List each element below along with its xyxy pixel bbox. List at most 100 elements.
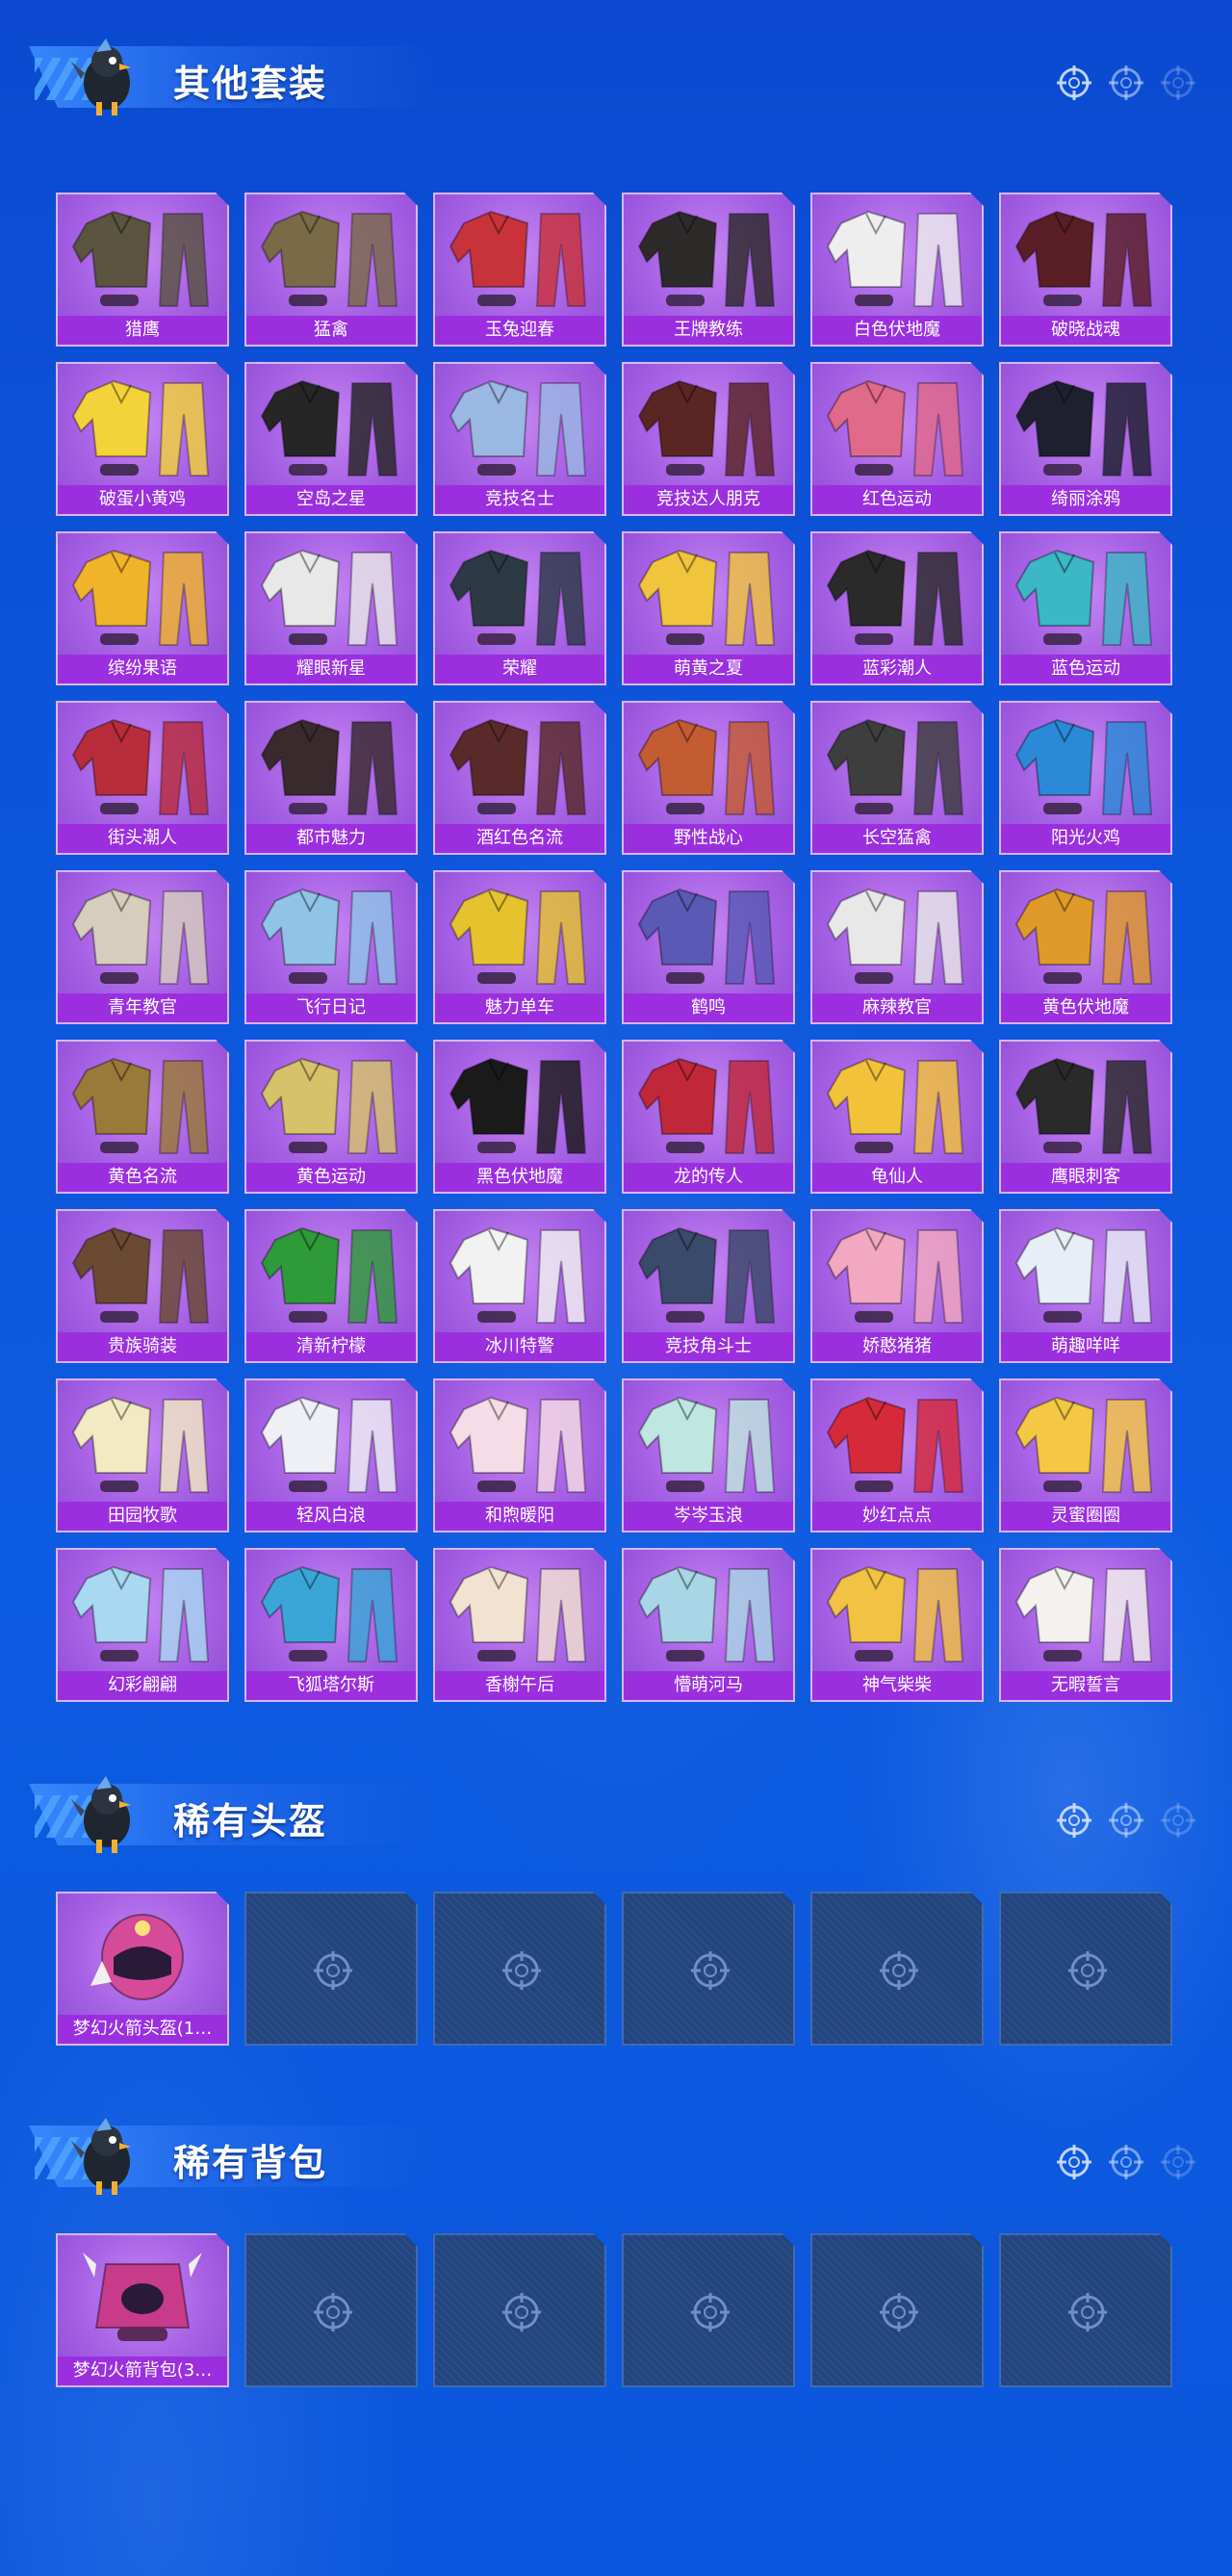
item-name: 飞行日记	[246, 993, 416, 1022]
item-name: 鹤鸣	[624, 993, 793, 1022]
item-card[interactable]: 贵族骑装	[56, 1209, 229, 1363]
outfit-image	[812, 194, 982, 318]
outfit-image	[246, 364, 416, 487]
item-card[interactable]: 萌黄之夏	[622, 531, 795, 685]
item-card[interactable]: 龟仙人	[810, 1040, 984, 1194]
item-card[interactable]: 青年教官	[56, 870, 229, 1024]
item-card[interactable]: 玉兔迎春	[433, 193, 606, 347]
crosshair-icon	[1161, 2145, 1195, 2179]
item-card[interactable]: 猛禽	[244, 193, 418, 347]
item-card[interactable]: 竞技达人朋克	[622, 362, 795, 516]
item-name: 耀眼新星	[246, 655, 416, 683]
outfit-image	[812, 872, 982, 995]
outfit-image	[1001, 364, 1170, 487]
item-card[interactable]: 酒红色名流	[433, 701, 606, 855]
outfit-image	[624, 1211, 793, 1334]
item-card[interactable]: 街头潮人	[56, 701, 229, 855]
backpack-grid: 梦幻火箭背包(3…	[56, 2233, 1172, 2387]
item-card[interactable]: 王牌教练	[622, 193, 795, 347]
item-card[interactable]: 都市魅力	[244, 701, 418, 855]
outfit-image	[624, 1550, 793, 1673]
outfit-image	[58, 1211, 227, 1334]
item-card[interactable]: 鹤鸣	[622, 870, 795, 1024]
item-card[interactable]: 蓝彩潮人	[810, 531, 984, 685]
item-name: 竞技角斗士	[624, 1332, 793, 1361]
section-title: 其他套装	[173, 63, 328, 105]
item-card[interactable]: 猎鹰	[56, 193, 229, 347]
item-card[interactable]: 灵蜜圈圈	[999, 1378, 1172, 1533]
item-card[interactable]: 黄色名流	[56, 1040, 229, 1194]
empty-slot	[622, 1892, 795, 2046]
item-card[interactable]: 梦幻火箭头盔(1…	[56, 1892, 229, 2046]
item-card[interactable]: 蓝色运动	[999, 531, 1172, 685]
crosshair-decoration	[1055, 64, 1197, 102]
crosshair-icon	[1161, 65, 1195, 100]
item-name: 竞技达人朋克	[624, 485, 793, 514]
item-card[interactable]: 懵萌河马	[622, 1548, 795, 1702]
item-card[interactable]: 阳光火鸡	[999, 701, 1172, 855]
item-card[interactable]: 和煦暖阳	[433, 1378, 606, 1533]
outfit-image	[435, 194, 604, 318]
outfit-image	[812, 533, 982, 657]
item-card[interactable]: 清新柠檬	[244, 1209, 418, 1363]
item-card[interactable]: 绮丽涂鸦	[999, 362, 1172, 516]
empty-slot	[433, 2233, 606, 2387]
item-card[interactable]: 麻辣教官	[810, 870, 984, 1024]
item-card[interactable]: 破蛋小黄鸡	[56, 362, 229, 516]
item-card[interactable]: 香榭午后	[433, 1548, 606, 1702]
empty-slot-crosshair-icon	[310, 2289, 356, 2335]
item-card[interactable]: 空岛之星	[244, 362, 418, 516]
item-name: 飞狐塔尔斯	[246, 1671, 416, 1700]
item-card[interactable]: 轻风白浪	[244, 1378, 418, 1533]
crosshair-icon	[1109, 65, 1143, 100]
outfit-image	[812, 703, 982, 826]
item-card[interactable]: 破晓战魂	[999, 193, 1172, 347]
item-name: 破晓战魂	[1001, 316, 1170, 345]
item-name: 清新柠檬	[246, 1332, 416, 1361]
item-card[interactable]: 龙的传人	[622, 1040, 795, 1194]
empty-slot-crosshair-icon	[1065, 2289, 1111, 2335]
item-card[interactable]: 冰川特警	[433, 1209, 606, 1363]
item-card[interactable]: 红色运动	[810, 362, 984, 516]
item-name: 破蛋小黄鸡	[58, 485, 227, 514]
item-card[interactable]: 黑色伏地魔	[433, 1040, 606, 1194]
item-card[interactable]: 娇憨猪猪	[810, 1209, 984, 1363]
item-card[interactable]: 长空猛禽	[810, 701, 984, 855]
item-card[interactable]: 野性战心	[622, 701, 795, 855]
empty-slot	[999, 1892, 1172, 2046]
item-name: 猎鹰	[58, 316, 227, 345]
crosshair-decoration	[1055, 1801, 1197, 1840]
item-card[interactable]: 鹰眼刺客	[999, 1040, 1172, 1194]
item-name: 梦幻火箭背包(3…	[58, 2357, 227, 2385]
item-card[interactable]: 梦幻火箭背包(3…	[56, 2233, 229, 2387]
outfit-image	[1001, 1042, 1170, 1165]
item-name: 娇憨猪猪	[812, 1332, 982, 1361]
outfit-image	[58, 1550, 227, 1673]
item-card[interactable]: 黄色运动	[244, 1040, 418, 1194]
item-card[interactable]: 黄色伏地魔	[999, 870, 1172, 1024]
item-card[interactable]: 萌趣咩咩	[999, 1209, 1172, 1363]
section-title: 稀有头盔	[173, 1800, 328, 1842]
item-card[interactable]: 荣耀	[433, 531, 606, 685]
section-rare-helmets: 稀有头盔 梦幻火箭头盔(1…	[0, 1766, 1232, 1863]
item-card[interactable]: 缤纷果语	[56, 531, 229, 685]
item-card[interactable]: 幻彩翩翩	[56, 1548, 229, 1702]
item-card[interactable]: 竞技名士	[433, 362, 606, 516]
item-card[interactable]: 魅力单车	[433, 870, 606, 1024]
item-name: 玉兔迎春	[435, 316, 604, 345]
section-title: 稀有背包	[173, 2142, 328, 2184]
item-card[interactable]: 白色伏地魔	[810, 193, 984, 347]
item-card[interactable]: 竞技角斗士	[622, 1209, 795, 1363]
item-name: 和煦暖阳	[435, 1502, 604, 1531]
item-card[interactable]: 岑岑玉浪	[622, 1378, 795, 1533]
item-name: 荣耀	[435, 655, 604, 683]
item-card[interactable]: 耀眼新星	[244, 531, 418, 685]
item-card[interactable]: 飞狐塔尔斯	[244, 1548, 418, 1702]
item-card[interactable]: 神气柴柴	[810, 1548, 984, 1702]
item-card[interactable]: 无暇誓言	[999, 1548, 1172, 1702]
item-name: 红色运动	[812, 485, 982, 514]
outfit-image	[58, 703, 227, 826]
item-card[interactable]: 妙红点点	[810, 1378, 984, 1533]
item-card[interactable]: 田园牧歌	[56, 1378, 229, 1533]
item-card[interactable]: 飞行日记	[244, 870, 418, 1024]
